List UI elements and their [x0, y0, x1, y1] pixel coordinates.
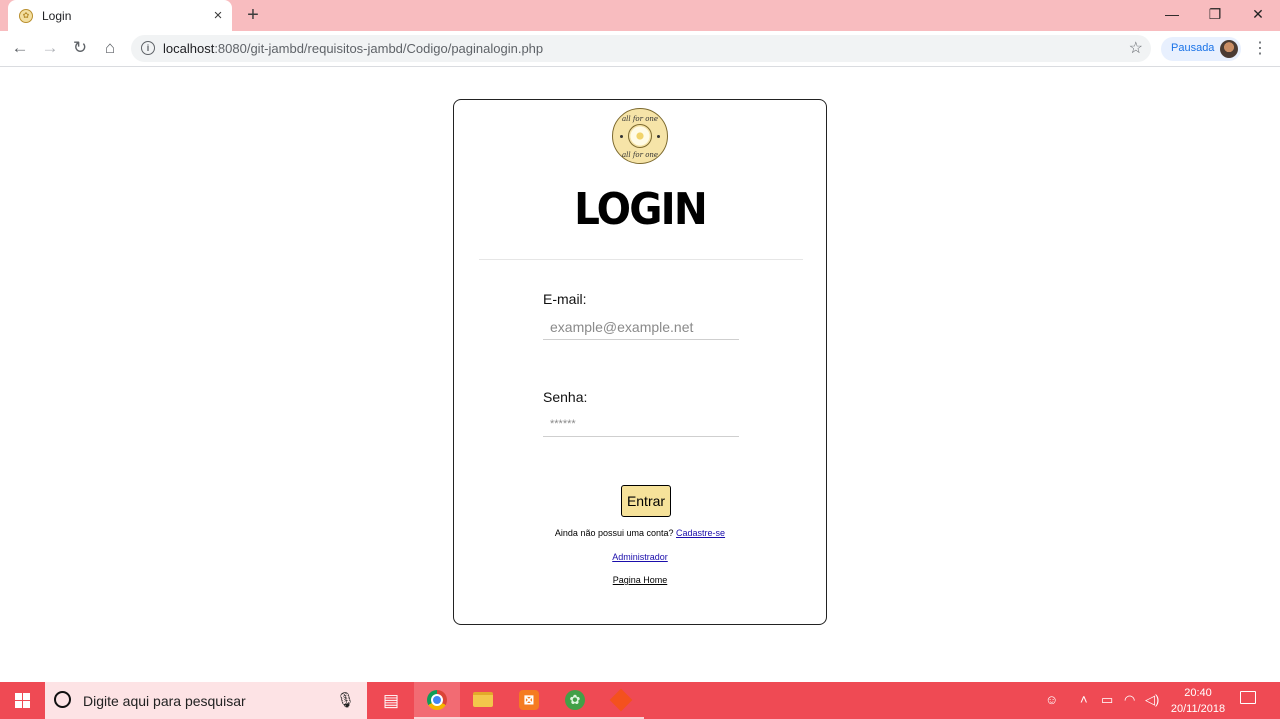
restore-button[interactable]: ❐: [1193, 0, 1237, 30]
volume-icon[interactable]: ◁): [1145, 692, 1159, 708]
git-app-icon[interactable]: [598, 682, 644, 719]
signup-prompt: Ainda não possui uma conta? Cadastre-se: [454, 528, 826, 538]
admin-link[interactable]: Administrador: [612, 552, 668, 562]
xampp-icon[interactable]: ⊠: [506, 682, 552, 719]
windows-taskbar: Digite aqui para pesquisar 🎙 ▤ ⊠ ✿ ☺ ˄ ▭…: [0, 682, 1280, 719]
back-arrow-icon[interactable]: ←: [7, 35, 33, 61]
taskbar-clock[interactable]: 20:40 20/11/2018: [1166, 685, 1230, 717]
logo-dot: [620, 135, 623, 138]
start-button[interactable]: [0, 682, 45, 719]
taskbar-search[interactable]: Digite aqui para pesquisar 🎙: [45, 682, 367, 719]
chrome-taskbar-icon[interactable]: [414, 682, 460, 719]
tab-login[interactable]: ✿ Login ×: [8, 0, 232, 31]
browser-titlebar: ✿ Login × + — ❐ ✕: [0, 0, 1280, 31]
site-favicon-icon: ✿: [19, 8, 33, 23]
profile-button[interactable]: Pausada: [1161, 37, 1241, 61]
tab-close-icon[interactable]: ×: [208, 7, 228, 24]
logo-text-top: all for one: [621, 115, 659, 123]
clock-date: 20/11/2018: [1170, 703, 1226, 715]
microphone-icon[interactable]: 🎙: [336, 691, 355, 709]
logo-text-bottom: all for one: [621, 151, 659, 159]
no-account-text: Ainda não possui uma conta?: [554, 528, 674, 538]
avatar: [1220, 40, 1238, 58]
login-button[interactable]: Entrar: [621, 485, 671, 517]
chevron-up-icon[interactable]: ˄: [1080, 692, 1088, 707]
browser-menu-icon[interactable]: ⋮: [1250, 37, 1270, 61]
search-placeholder: Digite aqui para pesquisar: [83, 693, 246, 709]
login-card: all for one all for one LOGIN E-mail: Se…: [453, 99, 827, 625]
file-explorer-icon[interactable]: [460, 682, 506, 719]
home-icon[interactable]: ⌂: [97, 35, 123, 61]
password-field[interactable]: [543, 411, 739, 437]
green-app-icon[interactable]: ✿: [552, 682, 598, 719]
close-window-button[interactable]: ✕: [1236, 0, 1280, 30]
clock-time: 20:40: [1184, 687, 1212, 699]
profile-label: Pausada: [1171, 42, 1215, 54]
tab-title: Login: [42, 8, 72, 23]
address-bar[interactable]: i localhost:8080/git-jambd/requisitos-ja…: [131, 35, 1151, 62]
cortana-icon[interactable]: [54, 691, 71, 708]
minimize-button[interactable]: —: [1150, 0, 1194, 30]
admin-link-row: Administrador: [454, 552, 826, 562]
info-icon[interactable]: i: [141, 41, 155, 55]
wifi-icon[interactable]: ◠: [1124, 692, 1135, 708]
divider: [479, 259, 803, 260]
signup-link[interactable]: Cadastre-se: [676, 528, 725, 538]
browser-toolbar: ← → ↻ ⌂ i localhost:8080/git-jambd/requi…: [0, 31, 1280, 67]
logo-dot: [657, 135, 660, 138]
task-view-icon[interactable]: ▤: [368, 682, 414, 719]
page-title: LOGIN: [574, 184, 708, 235]
email-field[interactable]: [543, 314, 739, 340]
battery-icon[interactable]: ▭: [1101, 692, 1113, 708]
home-link-row: Pagina Home: [454, 575, 826, 585]
people-icon[interactable]: ☺: [1045, 692, 1058, 707]
windows-logo-icon: [15, 693, 30, 708]
forward-arrow-icon[interactable]: →: [37, 35, 63, 61]
flower-icon: [628, 124, 652, 148]
password-label: Senha:: [543, 389, 588, 405]
notification-icon[interactable]: [1240, 691, 1256, 704]
new-tab-button[interactable]: +: [242, 4, 264, 26]
email-label: E-mail:: [543, 291, 587, 307]
reload-icon[interactable]: ↻: [67, 35, 93, 61]
url-text[interactable]: localhost:8080/git-jambd/requisitos-jamb…: [163, 41, 543, 56]
bookmark-star-icon[interactable]: ☆: [1129, 38, 1143, 58]
site-logo: all for one all for one: [612, 108, 668, 164]
home-link[interactable]: Pagina Home: [613, 575, 668, 585]
